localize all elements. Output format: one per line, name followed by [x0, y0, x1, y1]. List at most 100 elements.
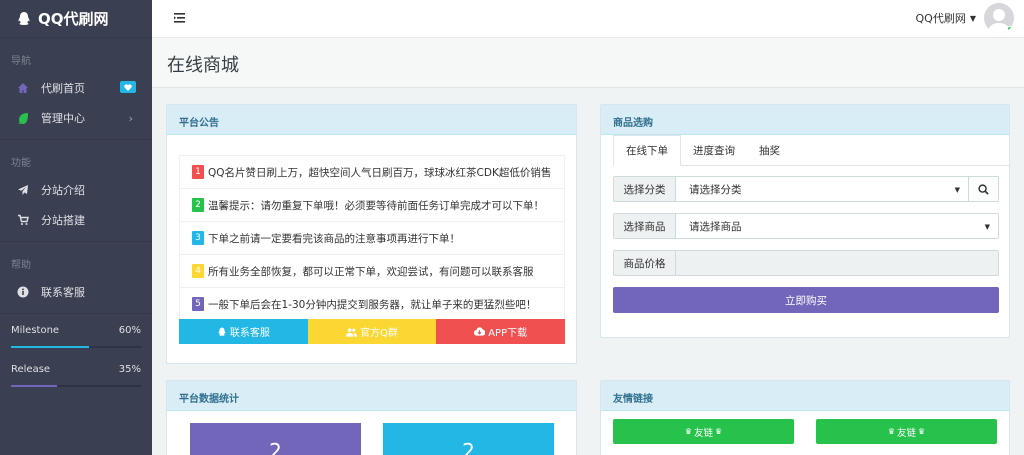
- progress-milestone: Milestone 60%: [0, 325, 152, 348]
- brand[interactable]: QQ代刷网: [0, 0, 152, 38]
- stat-box: 2: [190, 423, 361, 455]
- buy-now-button[interactable]: 立即购买: [613, 287, 999, 313]
- info-icon: [17, 286, 29, 298]
- notice-panel: 平台公告 1 QQ名片赞日刷上万，超快空间人气日刷百万，球球冰红茶CDK超低价销售…: [166, 104, 577, 364]
- sidebar-item-support[interactable]: 联系客服: [0, 277, 152, 307]
- notice-text: 温馨提示：请勿重复下单哦！必须要等待前面任务订单完成才可以下单！: [208, 199, 544, 212]
- list-item: 3 下单之前请一定要看完该商品的注意事项再进行下单！: [180, 222, 564, 255]
- category-label: 选择分类: [614, 177, 676, 201]
- heart-badge: [120, 81, 136, 93]
- panel-title: 友情链接: [601, 381, 1009, 411]
- button-label: 官方Q群: [360, 328, 398, 339]
- caret-down-icon: ▼: [954, 186, 960, 194]
- tab-lottery[interactable]: 抽奖: [747, 135, 792, 166]
- sidebar-item-admin[interactable]: 管理中心 ›: [0, 103, 152, 133]
- divider: [0, 313, 152, 314]
- search-button[interactable]: [968, 177, 998, 201]
- button-label: 联系客服: [229, 328, 270, 339]
- link-label: 友链: [693, 427, 713, 439]
- send-icon: [17, 184, 29, 196]
- product-select[interactable]: 请选择商品 ▼: [676, 214, 998, 238]
- notice-text: 所有业务全部恢复，都可以正常下单，欢迎尝试，有问题可以联系客服: [208, 265, 534, 278]
- list-item: 1 QQ名片赞日刷上万，超快空间人气日刷百万，球球冰红茶CDK超低价销售: [180, 156, 564, 189]
- nav-section-heading: 功能: [11, 158, 31, 169]
- panel-title: 商品选购: [601, 105, 1009, 135]
- progress-value: 60%: [118, 325, 141, 336]
- number-badge: 2: [192, 198, 204, 212]
- online-status-dot: [1007, 26, 1013, 32]
- progress-track: [11, 346, 141, 348]
- menu-toggle-icon[interactable]: [174, 13, 185, 23]
- cart-icon: [17, 214, 29, 226]
- avatar[interactable]: [984, 3, 1014, 33]
- caret-down-icon: ▼: [969, 13, 976, 23]
- top-bar: QQ代刷网 ▼: [152, 0, 1024, 38]
- number-badge: 5: [192, 297, 204, 311]
- page-header: 在线商城: [152, 38, 1024, 88]
- price-row: 商品价格: [613, 250, 999, 276]
- notice-text: 下单之前请一定要看完该商品的注意事项再进行下单！: [208, 232, 460, 245]
- friend-link-button[interactable]: ♛ 友链 ♛: [613, 419, 794, 444]
- search-icon: [978, 183, 989, 195]
- notice-text: 一般下单后会在1-30分钟内提交到服务器，就让单子来的更猛烈些吧！: [208, 298, 537, 311]
- category-value: 请选择分类: [689, 183, 742, 196]
- category-row: 选择分类 请选择分类 ▼: [613, 176, 999, 202]
- price-field: [676, 251, 998, 275]
- stat-box: 2: [383, 423, 554, 455]
- tab-order[interactable]: 在线下单: [613, 135, 681, 166]
- heart-icon: [124, 83, 132, 91]
- product-row: 选择商品 请选择商品 ▼: [613, 213, 999, 239]
- qq-penguin-icon: [18, 11, 30, 25]
- gift-icon: ♛: [715, 427, 723, 436]
- stats-panel: 平台数据统计 2 2: [166, 380, 577, 455]
- sidebar-item-intro[interactable]: 分站介绍: [0, 175, 152, 205]
- nav-section-heading: 帮助: [11, 260, 31, 271]
- sidebar-item-home[interactable]: 代刷首页: [0, 73, 152, 103]
- friend-link-button[interactable]: ♛ 友链 ♛: [816, 419, 997, 444]
- progress-fill: [11, 385, 57, 387]
- leaf-icon: [17, 112, 29, 124]
- sidebar-item-build[interactable]: 分站搭建: [0, 205, 152, 235]
- users-icon: [346, 327, 358, 337]
- brand-title: QQ代刷网: [38, 10, 109, 28]
- progress-label: Release: [11, 364, 51, 375]
- page-title: 在线商城: [167, 55, 239, 76]
- progress-fill: [11, 346, 89, 348]
- button-label: APP下载: [488, 328, 528, 339]
- price-label: 商品价格: [614, 251, 676, 275]
- shop-tabs: 在线下单 进度查询 抽奖: [613, 135, 1009, 166]
- user-menu[interactable]: QQ代刷网 ▼: [916, 3, 1014, 33]
- sidebar-item-label: 分站介绍: [41, 184, 85, 197]
- gift-icon: ♛: [918, 427, 926, 436]
- sidebar-item-label: 管理中心: [41, 112, 85, 125]
- app-download-button[interactable]: APP下载: [436, 319, 566, 344]
- tab-progress[interactable]: 进度查询: [681, 135, 747, 166]
- links-panel: 友情链接 ♛ 友链 ♛ ♛ 友链 ♛: [600, 380, 1010, 455]
- product-value: 请选择商品: [689, 220, 742, 233]
- progress-track: [11, 385, 141, 387]
- user-name: QQ代刷网: [915, 12, 966, 25]
- notice-text: QQ名片赞日刷上万，超快空间人气日刷百万，球球冰红茶CDK超低价销售: [208, 166, 552, 179]
- notice-list: 1 QQ名片赞日刷上万，超快空间人气日刷百万，球球冰红茶CDK超低价销售 2 温馨提…: [179, 155, 565, 321]
- nav-section-heading: 导航: [11, 56, 31, 67]
- official-group-button[interactable]: 官方Q群: [307, 319, 437, 344]
- list-item: 5 一般下单后会在1-30分钟内提交到服务器，就让单子来的更猛烈些吧！: [180, 288, 564, 321]
- caret-down-icon: ▼: [984, 223, 990, 231]
- list-item: 2 温馨提示：请勿重复下单哦！必须要等待前面任务订单完成才可以下单！: [180, 189, 564, 222]
- cloud-download-icon: [474, 327, 486, 336]
- link-label: 友链: [896, 427, 916, 439]
- home-icon: [17, 82, 29, 94]
- progress-label: Milestone: [11, 325, 60, 336]
- gift-icon: ♛: [887, 427, 895, 436]
- number-badge: 3: [192, 231, 204, 245]
- action-buttons: 联系客服 官方Q群 APP下载: [179, 319, 566, 344]
- panel-title: 平台数据统计: [167, 381, 576, 411]
- qq-penguin-icon: [218, 327, 226, 336]
- shop-panel: 商品选购 在线下单 进度查询 抽奖 选择分类 请选择分类 ▼ 选择商品 请选择商品…: [600, 104, 1010, 338]
- contact-support-button[interactable]: 联系客服: [179, 319, 308, 344]
- progress-release: Release 35%: [0, 364, 152, 387]
- category-select[interactable]: 请选择分类 ▼: [676, 177, 968, 201]
- product-label: 选择商品: [614, 214, 676, 238]
- sidebar-item-label: 联系客服: [41, 286, 85, 299]
- sidebar-item-label: 分站搭建: [41, 214, 85, 227]
